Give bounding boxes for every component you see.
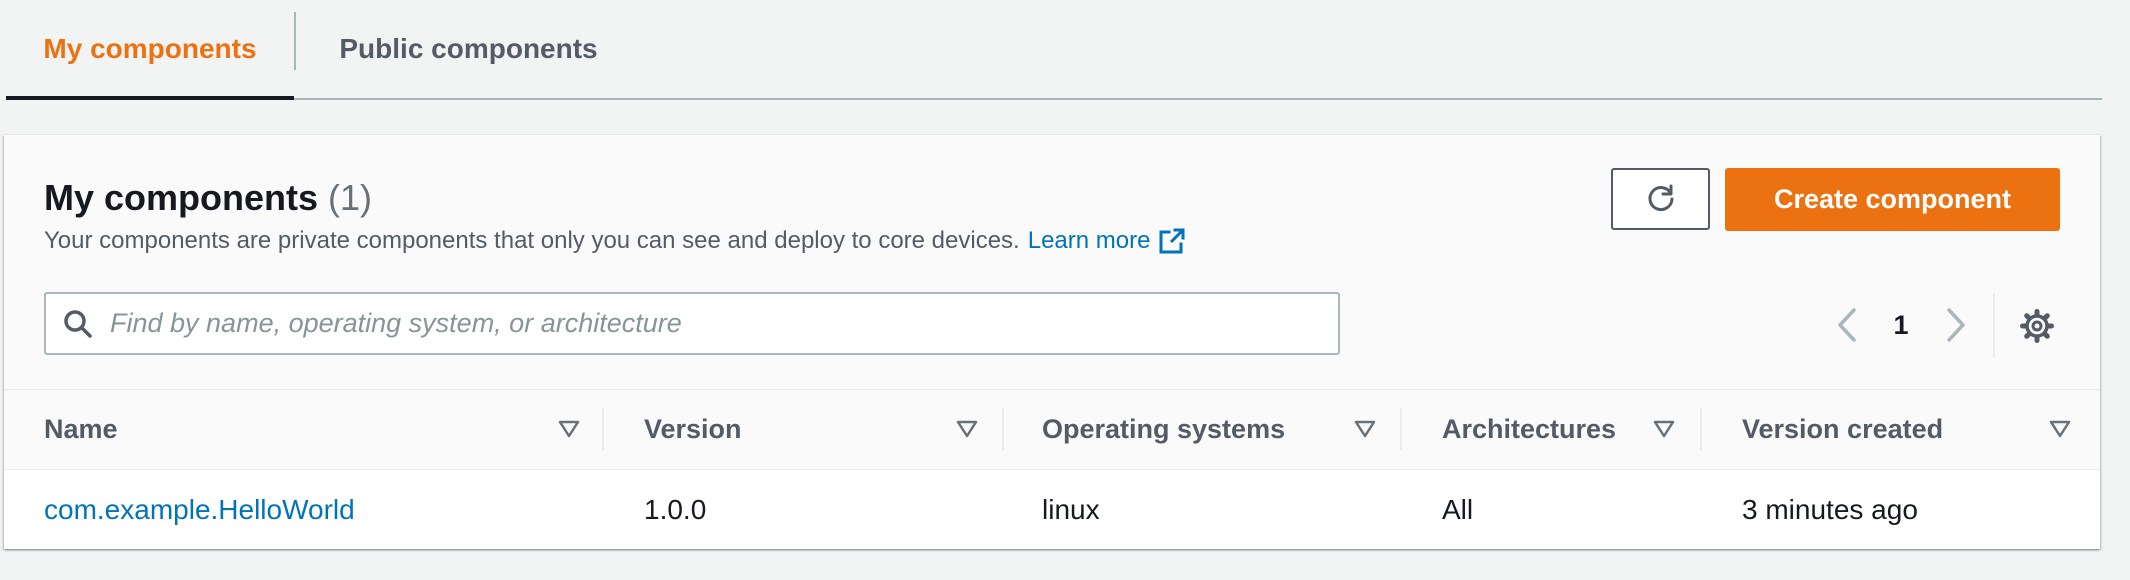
learn-more-label: Learn more: [1027, 227, 1151, 254]
component-name-link[interactable]: com.example.HelloWorld: [44, 470, 355, 549]
column-header-version[interactable]: Version: [644, 390, 984, 469]
tab-public-components[interactable]: Public components: [296, 0, 641, 98]
refresh-button[interactable]: [1611, 168, 1710, 230]
column-header-architectures[interactable]: Architectures: [1442, 390, 1682, 469]
tab-my-components-label: My components: [43, 33, 257, 64]
table-header: My components (1) Your components are pr…: [4, 135, 2100, 390]
caret-down-icon: [1354, 419, 1376, 439]
refresh-icon: [1644, 182, 1678, 216]
column-header-label: Version created: [1742, 414, 1944, 444]
chevron-right-icon: [1945, 307, 1967, 343]
column-divider: [1400, 408, 1402, 450]
tab-public-components-label: Public components: [339, 33, 598, 64]
column-divider: [602, 408, 604, 450]
page-title-text: My components: [44, 177, 319, 218]
caret-down-icon: [558, 419, 580, 439]
caret-down-icon: [2049, 419, 2071, 439]
search-icon: [62, 308, 94, 340]
components-table-container: My components (1) Your components are pr…: [4, 135, 2100, 549]
active-tab-indicator: [6, 96, 294, 100]
column-header-version-created[interactable]: Version created: [1742, 390, 2082, 469]
column-divider: [1700, 408, 1702, 450]
tab-my-components[interactable]: My components: [6, 0, 294, 100]
gear-icon: [2019, 308, 2055, 344]
column-header-label: Operating systems: [1042, 414, 1286, 444]
component-version: 1.0.0: [644, 493, 707, 525]
tab-bar: My components Public components: [6, 0, 2102, 100]
header-description: Your components are private components t…: [44, 227, 1186, 255]
column-header-label: Version: [644, 414, 742, 444]
search-box: [44, 292, 1340, 355]
column-header-label: Name: [44, 414, 118, 444]
item-count: (1): [328, 177, 373, 218]
learn-more-link[interactable]: Learn more: [1028, 227, 1187, 255]
search-input[interactable]: [110, 308, 1290, 339]
next-page-button[interactable]: [1939, 305, 1973, 345]
page-number: 1: [1893, 309, 1909, 340]
table-column-headers: Name Version Operating systems Architect…: [4, 390, 2100, 470]
column-header-operating-systems[interactable]: Operating systems: [1042, 390, 1382, 469]
create-component-label: Create component: [1773, 184, 2012, 214]
previous-page-button[interactable]: [1830, 305, 1864, 345]
page-number-button[interactable]: 1: [1884, 305, 1918, 345]
column-divider: [1002, 408, 1004, 450]
pagination-divider: [1993, 293, 1995, 357]
description-text: Your components are private components t…: [44, 227, 1020, 254]
external-link-icon: [1158, 227, 1186, 255]
component-operating-systems: linux: [1042, 493, 1100, 525]
component-architectures: All: [1442, 493, 1474, 525]
page-title: My components (1): [44, 177, 372, 219]
column-header-name[interactable]: Name: [44, 390, 584, 469]
create-component-button[interactable]: Create component: [1725, 168, 2060, 231]
column-header-label: Architectures: [1442, 414, 1617, 444]
preferences-button[interactable]: [2016, 305, 2058, 347]
table-row: com.example.HelloWorld 1.0.0 linux All 3…: [4, 470, 2100, 549]
caret-down-icon: [956, 419, 978, 439]
component-version-created: 3 minutes ago: [1742, 493, 1918, 525]
chevron-left-icon: [1836, 307, 1858, 343]
caret-down-icon: [1653, 419, 1675, 439]
